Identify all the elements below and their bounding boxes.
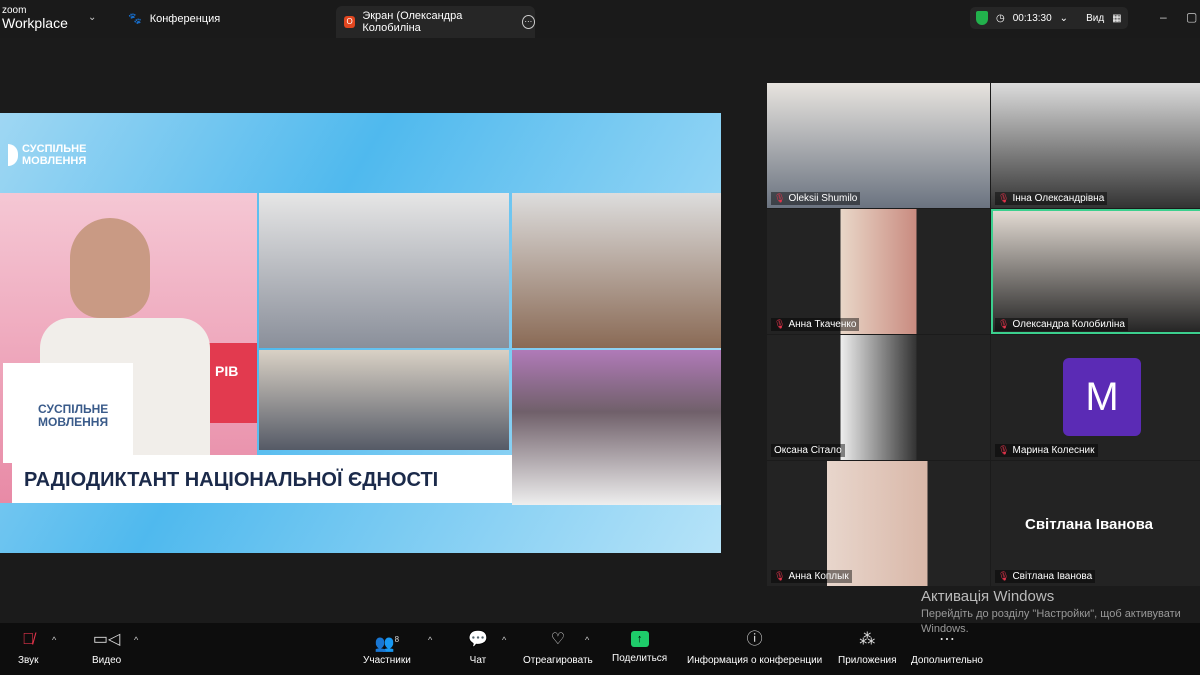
view-button[interactable]: Вид: [1086, 13, 1104, 24]
info-icon: ⓘ: [746, 631, 763, 648]
more-icon[interactable]: ···: [521, 15, 536, 29]
video-options-caret[interactable]: ^: [134, 635, 138, 645]
apps-icon: ⁂: [859, 631, 876, 648]
audio-options-caret[interactable]: ^: [52, 635, 56, 645]
participant-tile[interactable]: Оксана Сітало: [767, 335, 990, 460]
classroom-photo-1: [259, 193, 509, 348]
participant-name: Олександра Колобиліна: [1012, 319, 1125, 330]
chat-caret[interactable]: ^: [502, 635, 506, 645]
clock-icon: ◷: [996, 12, 1005, 24]
share-button[interactable]: ↑ Поделиться: [612, 631, 667, 664]
audio-button[interactable]: 🎙̸ Звук: [18, 631, 39, 666]
classroom-photo-4: [512, 350, 721, 505]
mic-muted-icon: 🎙: [774, 319, 786, 329]
participant-name-tag: 🎙 Інна Олександрівна: [995, 192, 1108, 205]
chevron-down-icon[interactable]: ⌄: [88, 12, 96, 23]
broadcaster-logo: СУСПІЛЬНЕ МОВЛЕННЯ: [8, 143, 86, 167]
meeting-info-button[interactable]: ⓘ Информация о конференции: [687, 631, 822, 666]
sign-text: РІВ: [205, 343, 257, 423]
heart-icon: ♡: [550, 631, 566, 648]
maximize-icon[interactable]: ▢: [1186, 10, 1197, 24]
screen-share-tab[interactable]: О Экран (Олександра Колобиліна ···: [336, 6, 536, 38]
meeting-tab[interactable]: 🐾 Конференция: [128, 12, 221, 26]
dictation-banner: РАДІОДИКТАНТ НАЦІОНАЛЬНОЇ ЄДНОСТІ: [12, 455, 512, 503]
meeting-status[interactable]: ◷ 00:13:30 ⌄ Вид ▦: [970, 7, 1128, 29]
participant-name-tag: 🎙 Анна Коплык: [771, 570, 852, 583]
participant-name: Oleksii Shumilo: [788, 193, 858, 204]
mic-muted-icon: 🎙̸: [22, 631, 35, 648]
script-card: СУСПІЛЬНЕ МОВЛЕННЯ: [3, 363, 133, 463]
participant-tile[interactable]: 🎙 Oleksii Shumilo: [767, 83, 990, 208]
participant-name-tag: 🎙 Oleksii Shumilo: [771, 192, 861, 205]
participant-name-tag: 🎙 Олександра Колобиліна: [995, 318, 1128, 331]
participant-tile[interactable]: 🎙 Анна Коплык: [767, 461, 990, 586]
participant-name-tag: 🎙 Марина Колесник: [995, 444, 1098, 457]
more-icon: ⋯: [938, 631, 955, 648]
mic-muted-icon: 🎙: [774, 571, 786, 581]
video-button[interactable]: ▭◁ Видео: [92, 631, 121, 666]
participants-icon: 👥8: [374, 635, 400, 653]
participant-tile[interactable]: 🎙 Олександра Колобиліна: [991, 209, 1200, 334]
participant-name-tag: 🎙 Анна Ткаченко: [771, 318, 860, 331]
camera-icon: ▭◁: [92, 631, 121, 648]
participants-caret[interactable]: ^: [428, 635, 432, 645]
classroom-photo-3: [259, 350, 509, 450]
mic-muted-icon: 🎙: [998, 193, 1010, 203]
participant-name: Оксана Сітало: [774, 445, 842, 456]
paw-icon: 🐾: [128, 13, 142, 25]
participant-tile[interactable]: M 🎙 Марина Колесник: [991, 335, 1200, 460]
more-button[interactable]: ⋯ Дополнительно: [911, 631, 983, 666]
participant-name: Марина Колесник: [1012, 445, 1095, 456]
mic-muted-icon: 🎙: [998, 319, 1010, 329]
avatar: M: [1063, 358, 1141, 436]
react-button[interactable]: ♡ Отреагировать: [523, 631, 593, 666]
grid-icon: ▦: [1112, 12, 1122, 24]
participant-name: Анна Коплык: [788, 571, 849, 582]
minimize-icon[interactable]: –: [1160, 10, 1167, 24]
mic-muted-icon: 🎙: [774, 193, 786, 203]
meeting-toolbar: 🎙̸ Звук ^ ▭◁ Видео ^ 👥8 Участники ^ 💬 Чат ^ …: [0, 623, 1200, 675]
share-badge: О: [344, 16, 356, 28]
timer: 00:13:30: [1012, 12, 1052, 24]
react-caret[interactable]: ^: [585, 635, 589, 645]
chat-button[interactable]: 💬 Чат: [468, 631, 488, 666]
shared-screen: СУСПІЛЬНЕ МОВЛЕННЯ РІВ СУСПІЛЬНЕ МОВЛЕННЯ …: [0, 113, 721, 553]
participant-tile[interactable]: Світлана Іванова 🎙 Світлана Іванова: [991, 461, 1200, 586]
participant-name-tag: Оксана Сітало: [771, 444, 845, 457]
participant-name: Світлана Іванова: [1012, 571, 1093, 582]
participant-tile[interactable]: 🎙 Інна Олександрівна: [991, 83, 1200, 208]
apps-button[interactable]: ⁂ Приложения: [838, 631, 897, 666]
zoom-logo: zoom Workplace: [2, 5, 68, 31]
title-bar: zoom Workplace ⌄ 🐾 Конференция О Экран (Оле…: [0, 0, 1200, 38]
chat-icon: 💬: [468, 631, 488, 648]
share-arrow-icon: ↑: [630, 631, 649, 647]
classroom-photo-2: [512, 193, 721, 348]
mic-muted-icon: 🎙: [998, 571, 1010, 581]
chevron-down-icon[interactable]: ⌄: [1060, 13, 1068, 24]
shield-icon: [976, 11, 988, 25]
participant-tile[interactable]: 🎙 Анна Ткаченко: [767, 209, 990, 334]
participant-name: Інна Олександрівна: [1012, 193, 1105, 204]
screen-tab-label: Экран (Олександра Колобиліна: [362, 10, 463, 34]
participant-name: Анна Ткаченко: [788, 319, 857, 330]
participant-name-tag: 🎙 Світлана Іванова: [995, 570, 1096, 583]
participants-button[interactable]: 👥8 Участники: [363, 631, 411, 666]
presenter-face: [70, 218, 150, 318]
meeting-label: Конференция: [149, 12, 221, 25]
mic-muted-icon: 🎙: [998, 445, 1010, 455]
participant-big-name: Світлана Іванова: [1025, 516, 1153, 533]
